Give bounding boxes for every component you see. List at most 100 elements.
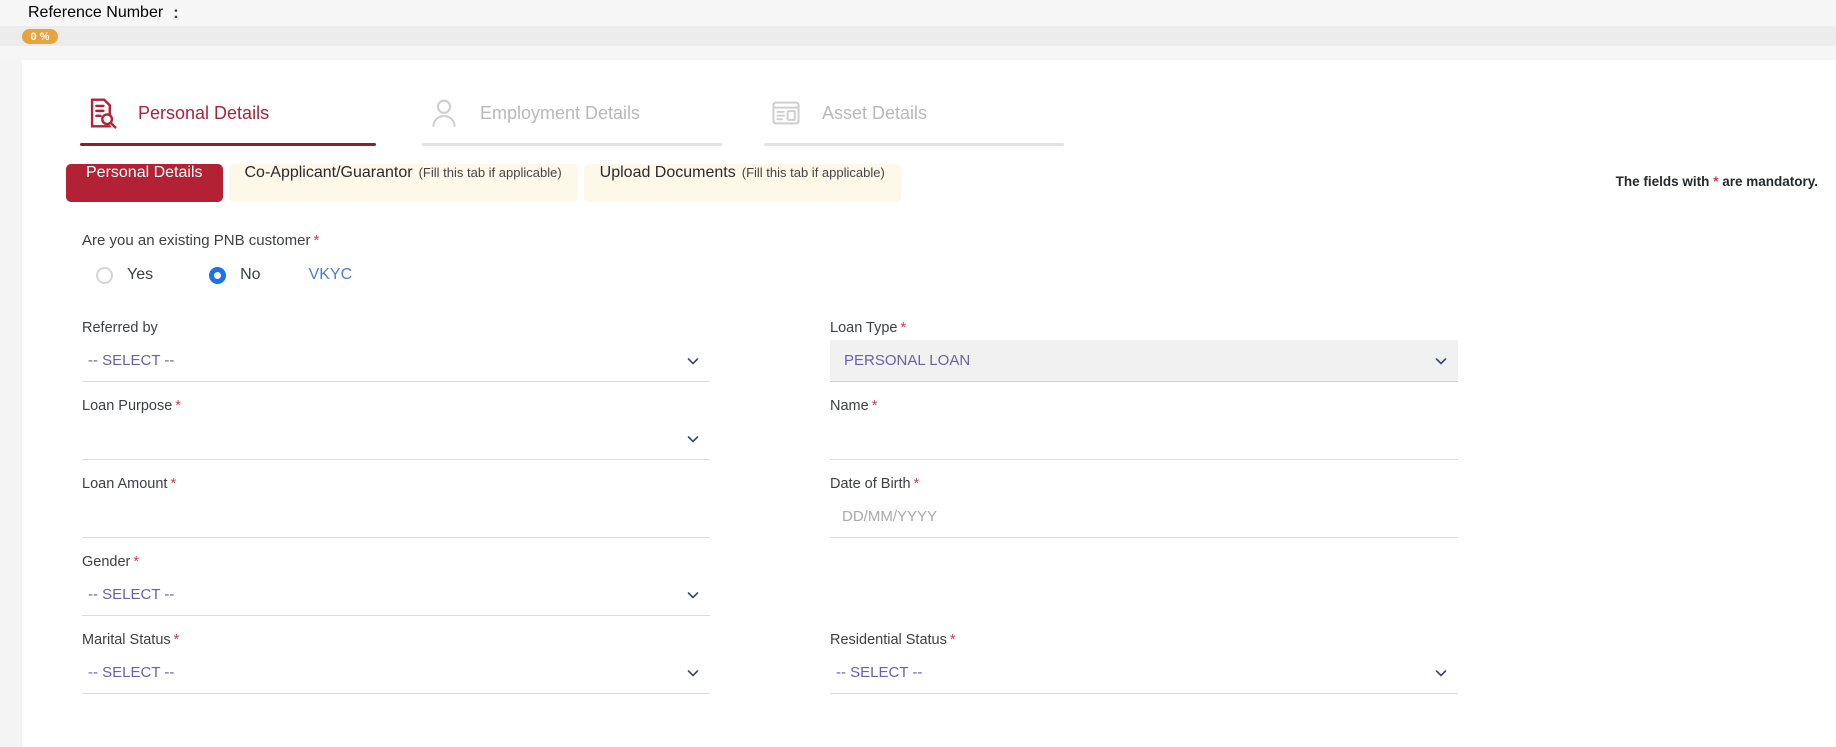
field-loan-amount: Loan Amount * [82, 460, 710, 538]
sub-tab-personal-details[interactable]: Personal Details [66, 164, 223, 202]
grid-gutter-3 [710, 460, 830, 538]
label-text-loan-amount: Loan Amount [82, 476, 168, 492]
field-marital-status: Marital Status * -- SELECT -- [82, 616, 710, 694]
field-label-residential-status: Residential Status * [830, 632, 1458, 648]
document-search-icon [80, 96, 124, 130]
label-text-referred-by: Referred by [82, 320, 158, 336]
field-label-referred-by: Referred by [82, 320, 710, 336]
field-referred-by: Referred by -- SELECT -- [82, 304, 710, 382]
main-tab-label-asset-details: Asset Details [822, 102, 928, 123]
input-date-of-birth[interactable]: DD/MM/YYYY [830, 496, 1458, 538]
existing-customer-label-text: Are you an existing PNB customer [82, 232, 311, 249]
chevron-down-icon [1435, 669, 1447, 677]
field-label-marital-status: Marital Status * [82, 632, 710, 648]
existing-customer-question: Are you an existing PNB customer * Yes No… [22, 232, 1836, 284]
main-tab-personal-details[interactable]: Personal Details [80, 83, 376, 143]
mandatory-note-before: The fields with [1615, 174, 1714, 189]
field-label-gender: Gender * [82, 554, 710, 570]
field-right-blank [830, 538, 1458, 616]
field-loan-purpose: Loan Purpose * [82, 382, 710, 460]
select-marital-status[interactable]: -- SELECT -- [82, 652, 710, 694]
select-gender[interactable]: -- SELECT -- [82, 574, 710, 616]
main-tab-underline-personal-details [80, 143, 376, 146]
grid-gutter-5 [710, 616, 830, 694]
radio-label-yes: Yes [127, 266, 154, 283]
required-star-date-of-birth: * [913, 476, 920, 492]
application-progress-bar: 0 % [0, 26, 1836, 46]
main-tab-label-employment-details: Employment Details [480, 102, 641, 123]
select-loan-type[interactable]: PERSONAL LOAN [830, 340, 1458, 382]
person-icon [422, 96, 466, 130]
grid-gutter-2 [710, 382, 830, 460]
select-residential-status[interactable]: -- SELECT -- [830, 652, 1458, 694]
required-star-gender: * [133, 554, 140, 570]
tab-block-asset-details: Asset Details [764, 83, 1064, 146]
required-star-loan-type: * [900, 320, 907, 336]
radio-icon-no[interactable] [209, 266, 227, 284]
field-label-loan-amount: Loan Amount * [82, 476, 710, 492]
personal-details-form: Referred by -- SELECT -- Loan Type * PERS… [22, 304, 1836, 694]
progress-percent-label: 0 % [30, 30, 50, 43]
chevron-down-icon [1435, 357, 1447, 365]
progress-track [22, 29, 1836, 44]
main-tab-label-personal-details: Personal Details [138, 102, 270, 123]
tab-block-personal-details: Personal Details [80, 83, 376, 146]
radio-option-no[interactable]: No [209, 266, 261, 284]
existing-customer-required-star: * [313, 232, 320, 249]
chevron-down-icon [687, 591, 699, 599]
sub-tab-note-co-applicant-guarantor: (Fill this tab if applicable) [418, 165, 562, 180]
field-label-name: Name * [830, 398, 1458, 414]
radio-label-no: No [240, 266, 261, 283]
grid-gutter-4 [710, 538, 830, 616]
sub-tab-label-co-applicant-guarantor: Co-Applicant/Guarantor [244, 164, 413, 181]
select-referred-by[interactable]: -- SELECT -- [82, 340, 710, 382]
existing-customer-label: Are you an existing PNB customer * [82, 232, 1836, 249]
sub-tab-note-upload-documents: (Fill this tab if applicable) [741, 165, 885, 180]
field-name: Name * [830, 382, 1458, 460]
radio-option-yes[interactable]: Yes [96, 266, 153, 284]
main-tab-bar: Personal Details Employment Details Asse… [22, 60, 1836, 146]
label-text-loan-type: Loan Type [830, 320, 898, 336]
select-value-residential-status: -- SELECT -- [836, 664, 923, 681]
form-card: Personal Details Employment Details Asse… [22, 60, 1836, 747]
chevron-down-icon [687, 435, 699, 443]
field-residential-status: Residential Status * -- SELECT -- [830, 616, 1458, 694]
asset-card-icon [764, 97, 808, 129]
field-gender: Gender * -- SELECT -- [82, 538, 710, 616]
existing-customer-radio-group: Yes No VKYC [82, 266, 1836, 284]
progress-spacer [0, 46, 1836, 59]
field-date-of-birth: Date of Birth * DD/MM/YYYY [830, 460, 1458, 538]
mandatory-note-after: are mandatory. [1718, 174, 1818, 189]
blank-control [830, 558, 1458, 600]
label-text-loan-purpose: Loan Purpose [82, 398, 173, 414]
input-loan-amount[interactable] [82, 496, 710, 538]
reference-number-label: Reference Number [28, 4, 164, 21]
label-text-name: Name [830, 398, 869, 414]
sub-tab-upload-documents[interactable]: Upload Documents (Fill this tab if appli… [583, 164, 901, 202]
input-name[interactable] [830, 418, 1458, 460]
required-star-loan-purpose: * [175, 398, 181, 414]
required-star-residential-status: * [949, 632, 956, 648]
select-loan-purpose[interactable] [82, 418, 710, 460]
label-text-gender: Gender [82, 554, 131, 570]
radio-icon-yes[interactable] [96, 266, 113, 284]
required-star-name: * [871, 398, 878, 414]
field-label-date-of-birth: Date of Birth * [830, 476, 1458, 492]
required-star-marital-status: * [173, 632, 180, 648]
grid-gutter-1 [710, 304, 830, 382]
main-tab-asset-details[interactable]: Asset Details [764, 83, 1064, 143]
label-text-marital-status: Marital Status [82, 632, 171, 648]
mandatory-fields-note: The fields with * are mandatory. [1616, 174, 1818, 189]
chevron-down-icon [687, 669, 699, 677]
label-text-residential-status: Residential Status [830, 632, 947, 648]
sub-tab-co-applicant-guarantor[interactable]: Co-Applicant/Guarantor (Fill this tab if… [228, 164, 578, 202]
field-label-loan-purpose: Loan Purpose * [82, 398, 710, 414]
select-value-referred-by: -- SELECT -- [88, 352, 175, 369]
field-loan-type: Loan Type * PERSONAL LOAN [830, 304, 1458, 382]
sub-tab-bar: Personal Details Co-Applicant/Guarantor … [22, 164, 1836, 202]
select-value-marital-status: -- SELECT -- [88, 664, 175, 681]
main-tab-employment-details[interactable]: Employment Details [422, 83, 722, 143]
tab-block-employment-details: Employment Details [422, 83, 722, 146]
progress-fill: 0 % [22, 29, 58, 44]
vkyc-link[interactable]: VKYC [309, 266, 353, 284]
